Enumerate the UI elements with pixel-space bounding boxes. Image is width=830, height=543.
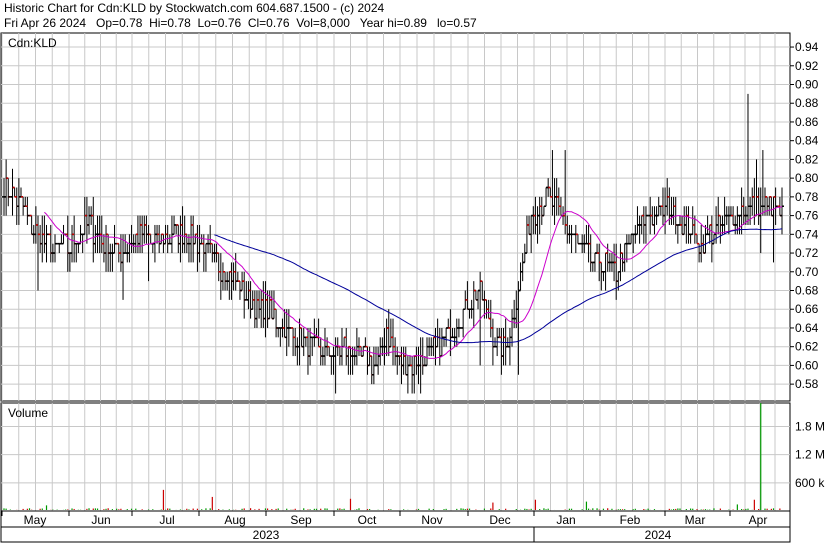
- price-tick-label: 0.68: [795, 284, 819, 298]
- month-label-oct: Oct: [358, 513, 377, 527]
- price-tick-label: 0.60: [795, 358, 819, 372]
- year-label: 2024: [645, 528, 672, 542]
- symbol-label: Cdn:KLD: [8, 36, 57, 50]
- month-label-aug: Aug: [224, 513, 245, 527]
- month-label-may: May: [24, 513, 47, 527]
- price-tick-label: 0.70: [795, 265, 819, 279]
- price-tick-label: 0.86: [795, 115, 819, 129]
- price-tick-label: 0.58: [795, 377, 819, 391]
- price-tick-label: 0.80: [795, 171, 819, 185]
- month-label-sep: Sep: [290, 513, 312, 527]
- price-tick-label: 0.78: [795, 190, 819, 204]
- month-label-mar: Mar: [685, 513, 706, 527]
- volume-tick-label: 1.8 M: [795, 419, 825, 433]
- price-tick-label: 0.94: [795, 40, 819, 54]
- month-label-jun: Jun: [91, 513, 110, 527]
- stock-chart: 0.58 0.60 0.62 0.64 0.66 0.68 0.70 0.72 0.74 0.76…: [0, 32, 825, 543]
- price-tick-label: 0.90: [795, 78, 819, 92]
- month-label-feb: Feb: [620, 513, 641, 527]
- volume-pane: [0, 402, 791, 512]
- volume-tick-label: 1.2 M: [795, 448, 825, 462]
- year-label: 2023: [253, 528, 280, 542]
- price-tick-label: 0.64: [795, 321, 819, 335]
- price-tick-label: 0.88: [795, 96, 819, 110]
- year-axis: [0, 526, 791, 543]
- month-label-jan: Jan: [556, 513, 575, 527]
- month-label-dec: Dec: [489, 513, 510, 527]
- month-label-nov: Nov: [421, 513, 442, 527]
- price-tick-label: 0.82: [795, 152, 819, 166]
- price-tick-label: 0.84: [795, 134, 819, 148]
- month-axis: [0, 510, 791, 528]
- price-tick-label: 0.62: [795, 340, 819, 354]
- chart-window: Historic Chart for Cdn:KLD by Stockwatch…: [0, 0, 830, 543]
- price-tick-label: 0.74: [795, 227, 819, 241]
- volume-label: Volume: [8, 406, 48, 420]
- price-tick-label: 0.72: [795, 246, 819, 260]
- month-label-jul: Jul: [159, 513, 174, 527]
- price-tick-label: 0.92: [795, 59, 819, 73]
- volume-tick-label: 600 k: [795, 476, 825, 490]
- month-label-apr: Apr: [749, 513, 768, 527]
- price-tick-label: 0.76: [795, 209, 819, 223]
- price-tick-label: 0.66: [795, 302, 819, 316]
